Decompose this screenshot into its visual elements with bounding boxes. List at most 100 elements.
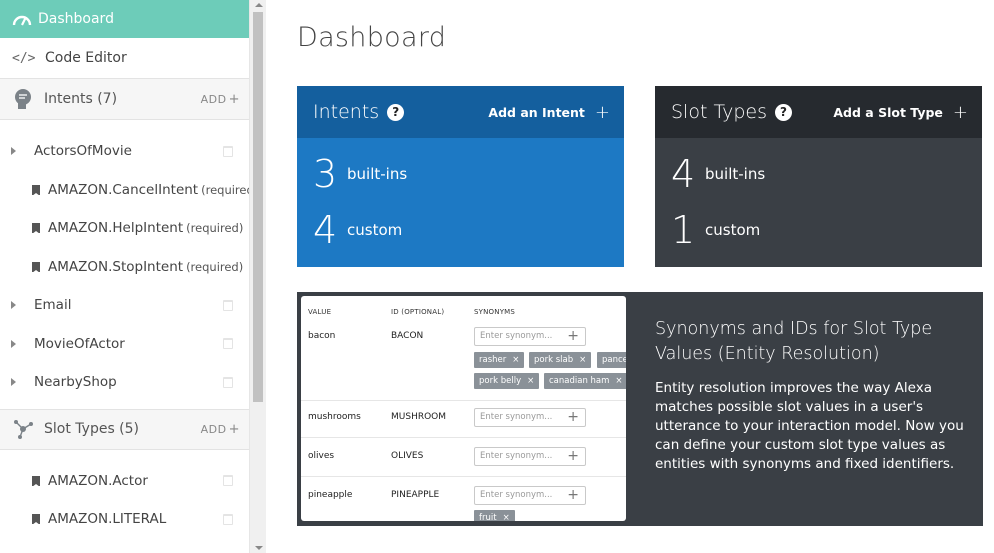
synonym-placeholder: Enter synonym... [480,331,553,341]
nav-dashboard[interactable]: Dashboard [0,0,249,38]
promo-screenshot: VALUE ID (OPTIONAL) SYNONYMS bacon BACON… [301,296,626,521]
promo-title: Synonyms and IDs for Slot Type Values (E… [655,319,933,364]
caret-right-icon[interactable] [11,378,16,387]
add-intent-label: ADD [200,92,227,106]
intent-label: AMAZON.StopIntent [48,258,184,275]
intents-builtins-stat: 3 built-ins [313,152,407,196]
trash-icon[interactable] [223,145,233,157]
intents-custom-count: 4 [313,208,338,252]
intent-label: AMAZON.HelpIntent [48,220,184,237]
slot-types-header-label: Slot Types (5) [44,421,140,437]
close-icon: × [512,355,520,365]
trash-icon[interactable] [223,475,233,487]
nav-code-editor[interactable]: </> Code Editor [0,38,249,79]
column-header: VALUE [308,308,332,316]
synonym-chip: pork slab × [529,352,592,368]
trash-icon[interactable] [223,299,233,311]
promo-body: Entity resolution improves the way Alexa… [655,380,964,472]
intents-header-label: Intents (7) [44,91,118,107]
add-intent-button[interactable]: Add an Intent + [488,102,610,123]
sidebar-item-intent[interactable]: ActorsOfMovie [0,132,249,171]
slot-type-label: AMAZON.Actor [48,472,148,489]
plus-icon: + [952,101,968,123]
synonym-chip-label: rasher [479,355,507,365]
sidebar-item-intent[interactable]: Email [0,286,249,325]
scrollbar-thumb[interactable] [253,12,263,402]
caret-right-icon[interactable] [11,301,16,310]
intent-label: ActorsOfMovie [34,143,132,160]
speech-head-icon [12,88,44,110]
table-cell-id: OLIVES [391,451,424,461]
sidebar-item-intent[interactable]: AMAZON.CancelIntent (required) [0,171,249,210]
synonym-input: Enter synonym... + [474,408,586,427]
slot-types-card-header: Slot Types ? Add a Slot Type + [655,86,982,138]
row-divider [301,476,626,477]
table-cell-id: PINEAPPLE [391,490,440,500]
sidebar-item-slot-type[interactable]: AMAZON.LITERAL [0,500,249,539]
bookmark-icon [32,184,40,196]
plus-icon: + [567,487,579,503]
row-divider [301,400,626,401]
add-intent-button-label: Add an Intent [488,104,585,120]
entity-resolution-promo[interactable]: VALUE ID (OPTIONAL) SYNONYMS bacon BACON… [297,292,983,526]
slot-types-custom-stat: 1 custom [671,208,760,252]
intents-list: ActorsOfMovie AMAZON.CancelIntent (requi… [0,120,249,402]
row-divider [301,437,626,438]
scroll-down-arrow-icon[interactable] [255,546,263,550]
close-icon: × [502,513,510,521]
help-icon[interactable]: ? [775,103,792,121]
table-cell-value: pineapple [308,490,353,500]
sidebar-item-intent[interactable]: MovieOfActor [0,325,249,364]
table-cell-value: bacon [308,331,336,341]
page-title: Dashboard [297,22,447,53]
trash-icon[interactable] [223,376,233,388]
add-slot-type-link[interactable]: ADD + [201,422,240,437]
required-note: (required) [201,182,249,197]
intent-label: NearbyShop [34,374,117,391]
main-content: Dashboard Intents ? Add an Intent + 3 bu… [266,0,994,553]
add-slot-type-button[interactable]: Add a Slot Type + [833,102,968,123]
caret-right-icon[interactable] [11,147,16,156]
trash-icon[interactable] [223,513,233,525]
synonym-chip-label: pork belly [479,376,522,386]
sidebar-item-intent[interactable]: AMAZON.StopIntent (required) [0,248,249,287]
synonym-input: Enter synonym... + [474,447,586,466]
network-icon [12,418,44,440]
required-note: (required) [186,221,244,236]
intents-card: Intents ? Add an Intent + 3 built-ins 4 … [297,86,624,267]
synonym-chip: rasher × [474,352,525,368]
sidebar-item-intent[interactable]: AMAZON.HelpIntent (required) [0,209,249,248]
caret-right-icon[interactable] [11,339,16,348]
trash-icon[interactable] [223,338,233,350]
close-icon: × [579,355,587,365]
plus-icon: + [228,91,240,107]
sidebar-scrollbar[interactable] [249,0,266,553]
intent-label: MovieOfActor [34,335,125,352]
slot-types-custom-label: custom [705,221,761,239]
column-header: SYNONYMS [474,308,516,316]
sidebar-item-intent[interactable]: NearbyShop [0,363,249,402]
synonym-chip: fruit × [474,510,515,521]
table-cell-id: BACON [391,331,424,341]
intents-section-header: Intents (7) ADD + [0,79,249,120]
bookmark-icon [32,475,40,487]
intents-card-header: Intents ? Add an Intent + [297,86,624,138]
add-intent-link[interactable]: ADD + [201,92,240,107]
bookmark-icon [32,261,40,273]
sidebar-item-slot-type[interactable]: AMAZON.Actor [0,462,249,501]
synonym-chip: pork belly × [474,373,540,389]
plus-icon: + [594,101,610,123]
nav-code-editor-label: Code Editor [45,50,127,66]
help-icon[interactable]: ? [387,103,405,121]
code-icon: </> [12,50,36,66]
column-header: ID (OPTIONAL) [391,308,445,316]
synonym-placeholder: Enter synonym... [480,412,553,422]
synonym-placeholder: Enter synonym... [480,490,553,500]
slot-types-card: Slot Types ? Add a Slot Type + 4 built-i… [655,86,982,267]
bookmark-icon [32,514,40,526]
slot-types-card-title: Slot Types [671,101,767,123]
synonym-chip-label: pork slab [534,355,574,365]
intent-label: Email [34,297,72,314]
scroll-up-arrow-icon[interactable] [255,3,263,7]
plus-icon: + [567,448,579,464]
